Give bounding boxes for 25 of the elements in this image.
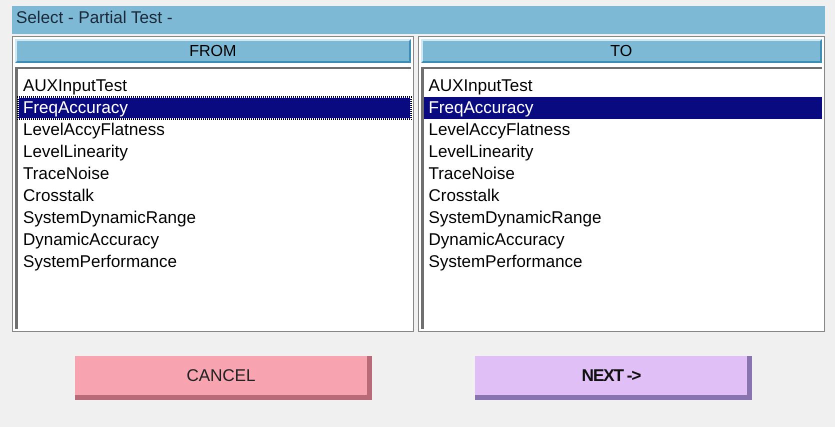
list-item[interactable]: FreqAccuracy — [424, 97, 822, 119]
list-item[interactable]: LevelAccyFlatness — [424, 119, 822, 141]
list-item[interactable]: LevelAccyFlatness — [18, 119, 410, 141]
list-item[interactable]: AUXInputTest — [424, 75, 822, 97]
list-item[interactable]: FreqAccuracy — [18, 97, 410, 119]
column-header: FROM — [15, 39, 410, 63]
list-item[interactable]: TraceNoise — [424, 163, 822, 185]
list-box[interactable]: AUXInputTest FreqAccuracy LevelAccyFlatness LevelLinearity TraceNoise Crosstalk SystemDynamicRange DynamicAccuracy SystemPerformance — [420, 67, 822, 329]
list-item[interactable]: DynamicAccuracy — [424, 229, 822, 251]
list-item[interactable]: Crosstalk — [18, 185, 410, 207]
list-item[interactable]: SystemDynamicRange — [18, 207, 410, 229]
window-title: Select - Partial Test - — [12, 6, 825, 30]
list-item[interactable]: Crosstalk — [424, 185, 822, 207]
list-item[interactable]: TraceNoise — [18, 163, 410, 185]
list-item[interactable]: AUXInputTest — [18, 75, 410, 97]
list-item[interactable]: SystemPerformance — [424, 251, 822, 273]
list-item[interactable]: LevelLinearity — [18, 141, 410, 163]
column-header: TO — [420, 39, 822, 63]
list-item[interactable]: LevelLinearity — [424, 141, 822, 163]
list-box[interactable]: AUXInputTest FreqAccuracy LevelAccyFlatness LevelLinearity TraceNoise Crosstalk SystemDynamicRange DynamicAccuracy SystemPerformance — [15, 67, 410, 329]
cancel-button[interactable]: CANCEL — [75, 356, 372, 400]
list-item[interactable]: SystemDynamicRange — [424, 207, 822, 229]
next-button[interactable]: NEXT -> — [475, 356, 752, 400]
list-item[interactable]: DynamicAccuracy — [18, 229, 410, 251]
list-item[interactable]: SystemPerformance — [18, 251, 410, 273]
